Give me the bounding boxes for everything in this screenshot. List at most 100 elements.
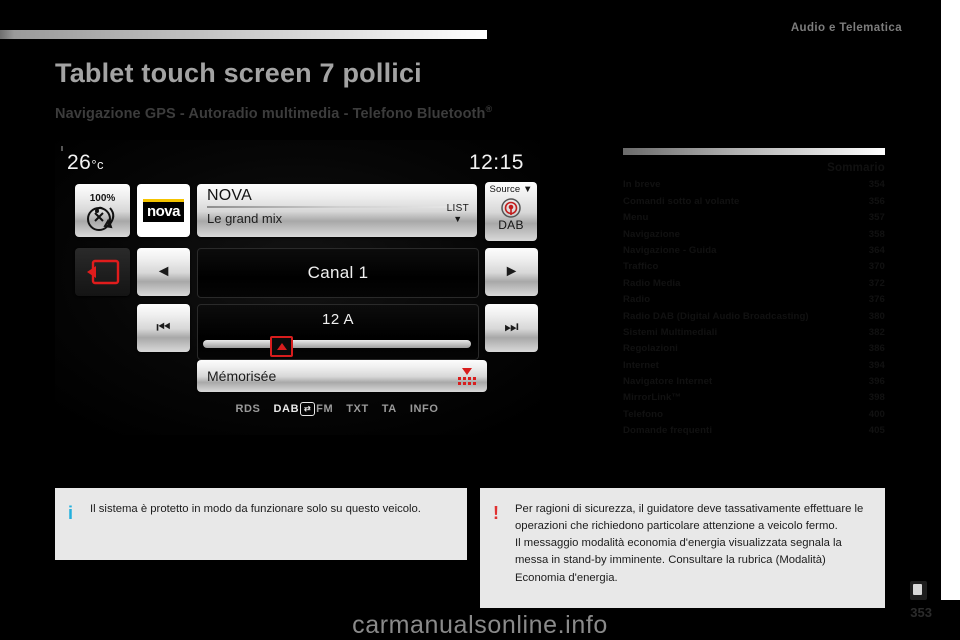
summary-list: In breve 354 Comandi sotto al volante 356 Me…: [623, 179, 885, 436]
swap-icon: ⇄: [300, 402, 316, 416]
highlighted-return-button[interactable]: [75, 248, 130, 296]
source-button[interactable]: Source ▼ DAB: [485, 182, 537, 241]
rewind-button[interactable]: ⏮: [137, 304, 190, 352]
info-note-text: Il sistema è protetto in modo da funzion…: [90, 501, 421, 547]
summary-entry[interactable]: Sistemi Multimediali 382: [623, 327, 885, 338]
summary-gradient-bar: [623, 148, 885, 155]
right-arrow-icon: ►: [503, 263, 520, 280]
frequency-display: 12 A: [197, 304, 479, 360]
summary-entry[interactable]: Internet 394: [623, 360, 885, 371]
station-info-button[interactable]: NOVA Le grand mix LIST ▼: [197, 184, 477, 237]
warning-paragraph-2: Il messaggio modalità economia d'energia…: [515, 537, 842, 584]
left-arrow-icon: ◄: [155, 263, 172, 280]
mode-fm-label: FM: [316, 403, 334, 415]
summary-entry[interactable]: Navigazione 358: [623, 229, 885, 240]
summary-entry-page: 357: [868, 212, 885, 224]
summary-entry-label: Radio: [623, 294, 651, 306]
summary-entry-label: Internet: [623, 359, 659, 371]
radio-mode-bar: RDS DAB ⇄ FM TXT TA INFO: [197, 402, 477, 416]
source-value: DAB: [498, 218, 524, 232]
summary-entry-page: 386: [868, 343, 885, 355]
summary-title: Sommario: [827, 162, 885, 174]
summary-entry-label: Comandi sotto al volante: [623, 195, 740, 207]
summary-entry-page: 396: [868, 376, 885, 388]
header-gradient-bar: [0, 30, 487, 39]
temperature-value: 26: [67, 151, 92, 174]
summary-entry-label: Telefono: [623, 408, 664, 420]
summary-entry[interactable]: Radio Media 372: [623, 278, 885, 289]
forward-button[interactable]: ⏭: [485, 304, 538, 352]
clock-display: 12:15: [468, 151, 524, 174]
summary-entry-label: Domande frequenti: [623, 425, 713, 437]
mode-dab-fm-toggle[interactable]: DAB ⇄ FM: [273, 402, 333, 416]
eco-percent-label: 100%: [89, 192, 116, 204]
memorised-button[interactable]: Mémorisée: [197, 360, 487, 392]
summary-entry-page: 405: [868, 425, 885, 437]
previous-channel-button[interactable]: ◄: [137, 248, 190, 296]
skip-forward-icon: ⏭: [504, 319, 519, 336]
mode-info[interactable]: INFO: [410, 403, 439, 415]
summary-entry-page: 356: [868, 195, 885, 207]
station-list-button[interactable]: LIST ▼: [447, 204, 469, 224]
summary-entry[interactable]: Traffico 370: [623, 261, 885, 272]
info-note-paragraph: Il sistema è protetto in modo da funzion…: [90, 503, 421, 515]
summary-entry-label: Traffico: [623, 261, 659, 273]
mode-ta[interactable]: TA: [382, 403, 397, 415]
info-note: i Il sistema è protetto in modo da funzi…: [55, 488, 467, 560]
frequency-slider[interactable]: [203, 340, 471, 348]
temperature-display: 26°c: [67, 151, 104, 175]
watermark: carmanualsonline.info: [352, 611, 608, 639]
summary-entry[interactable]: In breve 354: [623, 179, 885, 190]
summary-entry-label: Navigazione - Guida: [623, 244, 717, 256]
summary-entry[interactable]: Comandi sotto al volante 356: [623, 196, 885, 207]
eco-mode-button[interactable]: 100%: [75, 184, 130, 237]
summary-entry[interactable]: Navigazione - Guida 364: [623, 245, 885, 256]
page-right-edge: [941, 0, 960, 600]
head-unit-screen: 26°c 12:15 100% nova NOVA Le grand mix L…: [55, 140, 540, 435]
summary-entry-label: Radio Media: [623, 277, 681, 289]
next-channel-button[interactable]: ►: [485, 248, 538, 296]
summary-entry[interactable]: Radio DAB (Digital Audio Broadcasting) 38…: [623, 311, 885, 322]
summary-entry[interactable]: MirrorLink™ 398: [623, 392, 885, 403]
summary-entry[interactable]: Telefono 400: [623, 409, 885, 420]
chevron-down-icon: ▼: [522, 184, 533, 195]
chevron-down-icon: ▼: [453, 214, 463, 224]
frequency-slider-marker[interactable]: [270, 336, 293, 357]
signal-strength-icon: [458, 368, 476, 385]
page-subtitle: Navigazione GPS - Autoradio multimedia -…: [55, 104, 492, 122]
mode-rds[interactable]: RDS: [235, 403, 260, 415]
summary-entry[interactable]: Menu 357: [623, 212, 885, 223]
eco-energy-icon: [86, 206, 114, 231]
summary-entry[interactable]: Regolazioni 386: [623, 343, 885, 354]
summary-entry-page: 372: [868, 277, 885, 289]
page-title: Tablet touch screen 7 pollici: [55, 58, 422, 88]
summary-entry-label: Radio DAB (Digital Audio Broadcasting): [623, 310, 809, 322]
summary-entry-page: 370: [868, 261, 885, 273]
summary-entry-page: 398: [868, 392, 885, 404]
page-subtitle-text: Navigazione GPS - Autoradio multimedia -…: [55, 105, 486, 122]
summary-entry[interactable]: Radio 376: [623, 294, 885, 305]
summary-entry-label: Regolazioni: [623, 343, 678, 355]
summary-entry-page: 354: [868, 179, 885, 191]
summary-entry[interactable]: Domande frequenti 405: [623, 425, 885, 436]
screen-corner-tick: [61, 146, 63, 151]
station-logo-button[interactable]: nova: [137, 184, 190, 237]
channel-display: Canal 1: [197, 248, 479, 298]
temperature-unit: °c: [91, 157, 105, 172]
station-name: NOVA: [207, 187, 252, 204]
list-label: LIST: [446, 203, 469, 214]
skip-back-icon: ⏮: [156, 319, 171, 336]
summary-entry-page: 358: [868, 228, 885, 240]
summary-entry-page: 394: [868, 359, 885, 371]
mode-txt[interactable]: TXT: [346, 403, 369, 415]
frequency-value: 12 A: [321, 311, 355, 328]
summary-entry-label: MirrorLink™: [623, 392, 682, 404]
station-subtitle: Le grand mix: [207, 211, 283, 226]
info-icon: i: [68, 503, 74, 523]
summary-entry[interactable]: Navigatore Internet 396: [623, 376, 885, 387]
summary-entry-label: Navigazione: [623, 228, 681, 240]
summary-entry-page: 364: [868, 244, 885, 256]
summary-entry-page: 376: [868, 294, 885, 306]
dab-antenna-icon: [501, 198, 521, 218]
warning-paragraph-1: Per ragioni di sicurezza, il guidatore d…: [515, 503, 864, 533]
